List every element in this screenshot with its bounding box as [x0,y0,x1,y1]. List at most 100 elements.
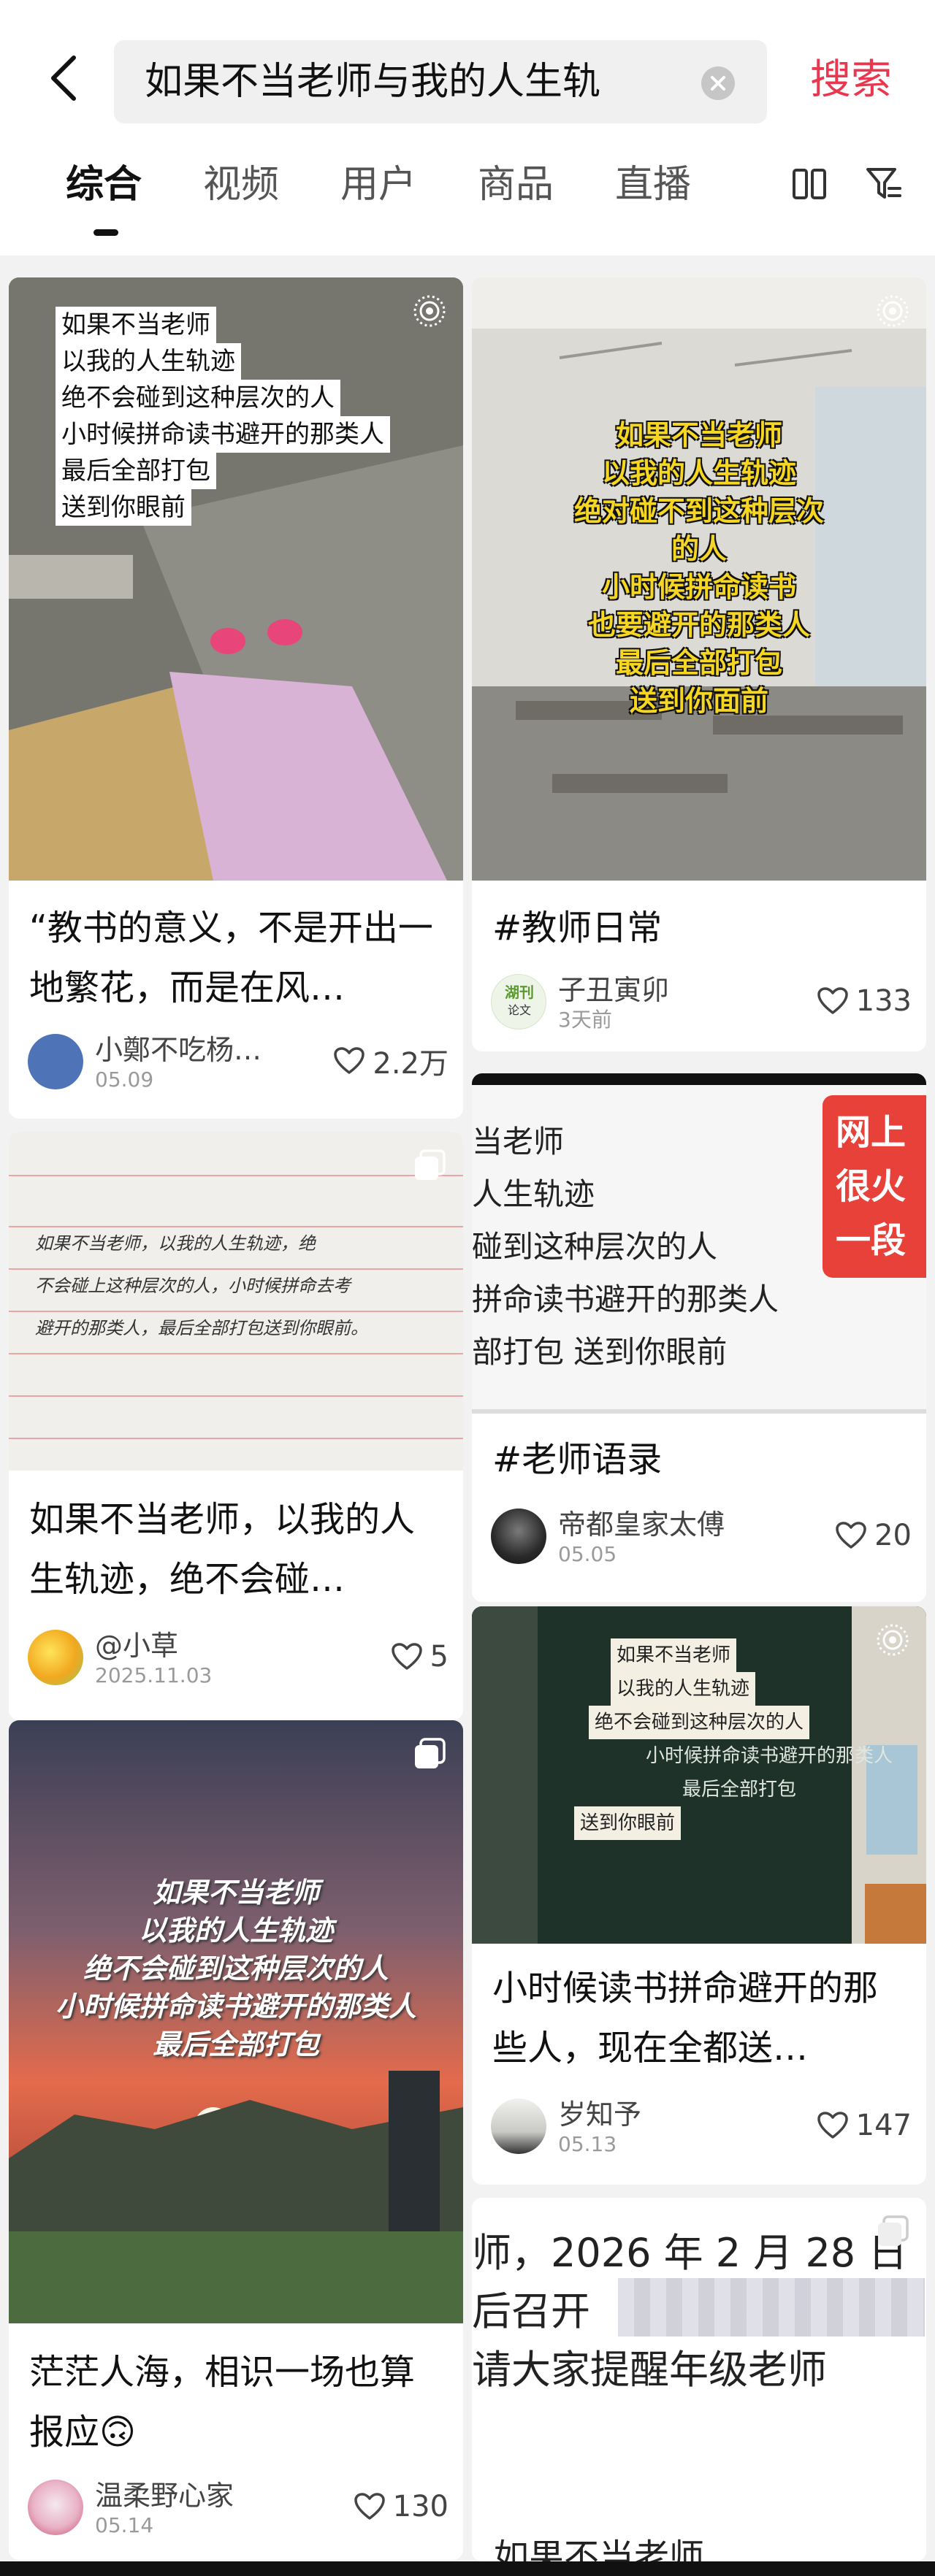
layout-toggle-icon[interactable] [787,162,831,206]
like-count: 133 [855,984,912,1018]
cover-line: 如果不当老师 [615,419,782,451]
cover-line: 避开的那类人，最后全部打包送到你眼前。 [35,1318,368,1338]
post-date: 2025.11.03 [95,1663,213,1687]
filter-icon[interactable] [862,162,906,206]
live-photo-icon [872,1619,913,1660]
like-button[interactable]: 133 [817,983,912,1019]
heart-icon [836,1522,866,1549]
author-name[interactable]: 温柔野心家 [95,2480,234,2512]
filter-tabs: 综合 视频 用户 商品 直播 [0,146,935,256]
result-card[interactable]: 如果不当老师 以我的人生轨迹 绝不会碰到这种层次的人 小时候拼命读书避开的那类人… [9,1720,463,2560]
like-button[interactable]: 20 [835,1517,912,1554]
author-name[interactable]: 岁知予 [558,2098,641,2131]
tab-live[interactable]: 直播 [615,159,691,210]
cover-line: 小时候拼命读书 [601,571,796,603]
heart-icon [817,2112,848,2139]
post-date: 05.09 [95,1067,154,1092]
tab-products[interactable]: 商品 [478,159,554,210]
search-button[interactable]: 搜索 [796,51,906,110]
like-button[interactable]: 147 [817,2107,912,2144]
like-button[interactable]: 130 [354,2488,449,2525]
result-card[interactable]: 如果不当老师，以我的人生轨迹，绝 不会碰上这种层次的人，小时候拼命去考 避开的那… [9,1132,463,1720]
like-button[interactable]: 2.2万 [333,1043,449,1081]
author-name[interactable]: @小草 [95,1630,178,1662]
card-title: “教书的意义，不是开出一地繁花，而是在风… [29,908,433,1008]
card-title: 如果不当老师，以我的人生轨迹，绝不会碰… [29,1499,416,1600]
cover-line: 绝不会碰到这种层次的人 [589,1706,810,1739]
post-date: 05.14 [95,2513,154,2537]
live-photo-icon [872,291,913,331]
back-arrow-icon [51,55,76,101]
card-cover-image: 如果不当老师 以我的人生轨迹 绝不会碰到这种层次的人 小时候拼命读书避开的那类人… [472,1606,926,1944]
card-title: #老师语录 [492,1439,663,1480]
cover-line: 最后全部打包 [615,647,782,679]
avatar[interactable] [491,2098,546,2154]
avatar[interactable]: 湖刊 论文 [491,974,546,1030]
avatar[interactable] [28,1034,83,1089]
post-date: 05.13 [558,2132,617,2156]
cover-sign: 网上 很火 一段 [823,1095,926,1278]
card-author-row: 湖刊 论文 子丑寅卯 3天前 133 [491,971,912,1032]
cover-line: 碰到这种层次的人 [472,1229,718,1265]
card-cover-image: 如果不当老师，以我的人生轨迹，绝 不会碰上这种层次的人，小时候拼命去考 避开的那… [9,1132,463,1471]
tab-users[interactable]: 用户 [340,159,416,210]
cover-line: 以我的人生轨迹 [138,1914,333,1947]
card-cover-image: 当老师 人生轨迹 碰到这种层次的人 拼命读书避开的那类人 部打包 送到你眼前 网… [472,1073,926,1414]
cover-line: 如果不当老师，以我的人生轨迹，绝 [35,1233,316,1254]
gallery-icon [872,2211,913,2252]
card-cover-image: 如果不当老师 以我的人生轨迹 绝不会碰到这种层次的人 小时候拼命读书避开的那类人… [9,1720,463,2323]
close-icon [711,76,725,91]
clear-search-button[interactable] [701,66,735,100]
cover-line: 请大家提醒年级老师 [472,2347,827,2393]
cover-line: 当老师 [472,1124,565,1159]
cover-text: 如果不当老师 以我的人生轨迹 绝对碰不到这种层次 的人 小时候拼命读书 也要避开… [472,416,926,720]
gallery-icon [409,1733,450,1774]
like-count: 2.2万 [373,1047,449,1081]
like-button[interactable]: 5 [391,1638,449,1675]
result-card[interactable]: 如果不当老师 以我的人生轨迹 绝对碰不到这种层次 的人 小时候拼命读书 也要避开… [472,277,926,1051]
blurred-region [618,2278,925,2337]
result-card[interactable]: 如果不当老师 以我的人生轨迹 绝不会碰到这种层次的人 小时候拼命读书避开的那类人… [9,277,463,1119]
like-count: 147 [855,2109,912,2142]
post-date: 05.05 [558,1542,617,1566]
bottom-edge [0,2561,935,2576]
cover-line: 如果不当老师 [56,307,216,343]
result-card[interactable]: 当老师 人生轨迹 碰到这种层次的人 拼命读书避开的那类人 部打包 送到你眼前 网… [472,1073,926,1602]
result-card[interactable]: 师，2026 年 2 月 28 日 后召开 请大家提醒年级老师 如果不当老师 [472,2198,926,2561]
gallery-icon [409,1145,450,1186]
avatar[interactable] [28,2480,83,2535]
cover-line: 也要避开的那类人 [587,609,810,641]
author-name[interactable]: 小鄭不吃杨… [95,1034,262,1066]
heart-icon [817,987,848,1014]
card-cover-image: 如果不当老师 以我的人生轨迹 绝不会碰到这种层次的人 小时候拼命读书避开的那类人… [9,277,463,881]
cover-text: 如果不当老师 以我的人生轨迹 绝不会碰到这种层次的人 小时候拼命读书避开的那类人… [545,1638,898,1907]
avatar[interactable] [28,1630,83,1685]
cover-text: 如果不当老师，以我的人生轨迹，绝 不会碰上这种层次的人，小时候拼命去考 避开的那… [35,1222,368,1349]
back-button[interactable] [38,45,89,111]
active-tab-indicator [94,229,118,236]
heart-icon [354,2493,385,2520]
author-name[interactable]: 子丑寅卯 [558,974,669,1006]
cover-text: 如果不当老师 以我的人生轨迹 绝不会碰到这种层次的人 小时候拼命读书避开的那类人… [56,307,390,526]
top-bar: 如果不当老师与我的人生轨 搜索 [0,0,935,146]
cover-line: 的人 [671,533,727,565]
tab-video[interactable]: 视频 [203,159,279,210]
avatar[interactable] [491,1509,546,1564]
cover-line: 小时候拼命读书避开的那类人 [56,416,390,453]
heart-icon [334,1047,365,1074]
cover-line: 最后全部打包 [682,1779,797,1801]
cover-line: 小时候拼命读书避开的那类人 [55,1990,416,2023]
cover-line: 最后全部打包 [152,2028,319,2061]
tab-general[interactable]: 综合 [66,159,142,210]
cover-line: 部打包 送到你眼前 [472,1334,728,1370]
card-cover-image: 如果不当老师 以我的人生轨迹 绝对碰不到这种层次 的人 小时候拼命读书 也要避开… [472,277,926,881]
author-name[interactable]: 帝都皇家太傅 [558,1509,725,1541]
cover-line: 师，2026 年 2 月 28 日 [472,2230,908,2276]
cover-line: 不会碰上这种层次的人，小时候拼命去考 [35,1276,351,1296]
card-author-row: 小鄭不吃杨… 05.09 2.2万 [28,1031,449,1092]
cover-line: 以我的人生轨迹 [56,343,241,380]
like-count: 130 [392,2490,449,2523]
cover-line: 以我的人生轨迹 [601,457,796,489]
result-card[interactable]: 如果不当老师 以我的人生轨迹 绝不会碰到这种层次的人 小时候拼命读书避开的那类人… [472,1606,926,2185]
search-input[interactable]: 如果不当老师与我的人生轨 [114,40,767,123]
